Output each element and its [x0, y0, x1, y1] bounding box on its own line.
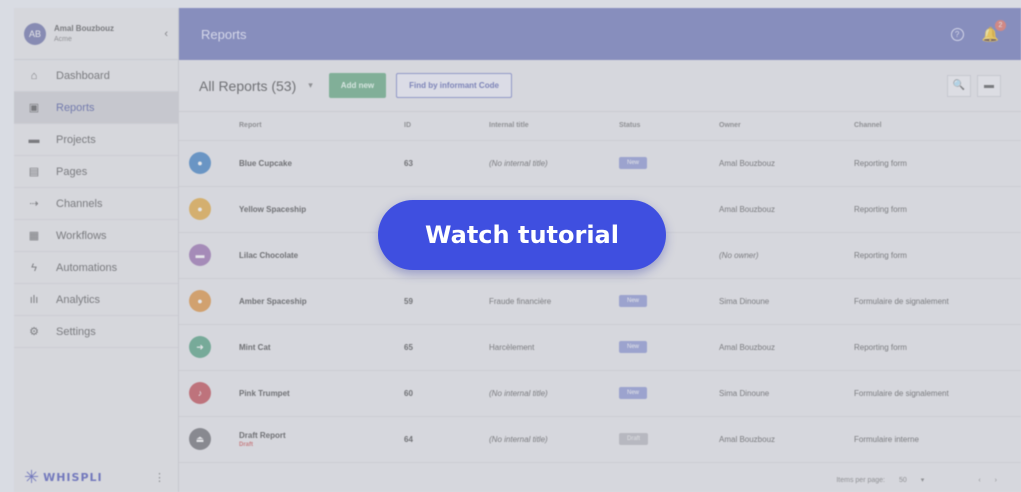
watch-tutorial-button[interactable]: Watch tutorial [378, 200, 666, 270]
